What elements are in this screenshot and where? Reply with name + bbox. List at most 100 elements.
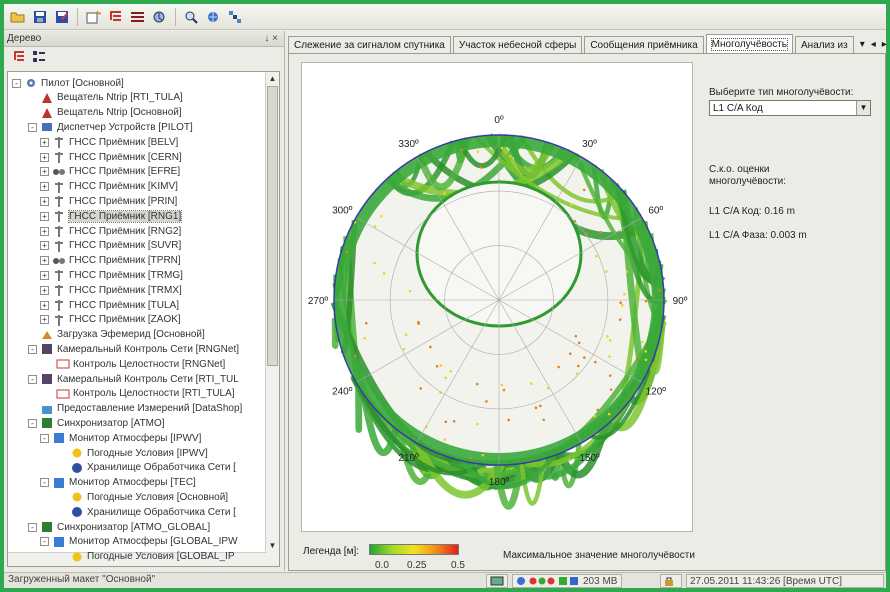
tree-vertical-scrollbar[interactable]: ▲ ▼: [265, 72, 279, 566]
collapse-tree-icon[interactable]: [12, 50, 26, 66]
tree-item[interactable]: + ГНСС Приёмник [SUVR]: [40, 239, 181, 253]
tree-view-icon[interactable]: [106, 7, 125, 26]
expand-icon[interactable]: +: [40, 256, 49, 266]
tree-item-label: Погодные Условия [Основной]: [87, 491, 229, 503]
tree-item[interactable]: - Синхронизатор [ATMO]: [28, 416, 165, 430]
open-icon[interactable]: [8, 7, 27, 26]
tab[interactable]: Сообщения приёмника: [584, 36, 704, 53]
chevron-down-icon[interactable]: ▼: [856, 101, 870, 115]
multipath-point: [534, 406, 538, 409]
multipath-point: [364, 321, 368, 325]
tab[interactable]: Слежение за сигналом спутника: [288, 36, 451, 53]
expand-icon[interactable]: +: [40, 315, 49, 325]
tree-item[interactable]: + ГНСС Приёмник [EFRE]: [40, 165, 180, 179]
collapse-icon[interactable]: -: [28, 522, 37, 532]
tree-item[interactable]: Погодные Условия [Основной]: [58, 490, 228, 504]
tab[interactable]: Многолучёвость: [705, 34, 793, 53]
tree-item-label: Погодные Условия [GLOBAL_IP: [87, 551, 235, 563]
tree-item[interactable]: + ГНСС Приёмник [TULA]: [40, 298, 179, 312]
new-window-icon[interactable]: [84, 7, 103, 26]
scroll-down-arrow-icon[interactable]: ▼: [266, 539, 279, 552]
tree-item-label: Диспетчер Устройств [PILOT]: [57, 121, 193, 133]
collapse-icon[interactable]: -: [40, 433, 49, 443]
antenna-icon: [52, 210, 66, 223]
tree-item[interactable]: Хранилище Обработчика Сети [: [58, 461, 236, 475]
collapse-icon[interactable]: -: [40, 478, 49, 488]
expand-icon[interactable]: +: [40, 300, 49, 310]
collapse-icon[interactable]: -: [28, 374, 37, 384]
expand-icon[interactable]: +: [40, 285, 49, 295]
antenna-icon: [52, 195, 66, 208]
satellite-icon[interactable]: [226, 7, 245, 26]
max-multipath-label: Максимальное значение многолучёвости: [503, 550, 695, 561]
tree-item[interactable]: + ГНСС Приёмник [ZAOK]: [40, 313, 181, 327]
list-view-icon[interactable]: [128, 7, 147, 26]
tab-menu-icon[interactable]: ▾: [860, 39, 865, 50]
expand-icon[interactable]: +: [40, 152, 49, 162]
tree-item[interactable]: Погодные Условия [IPWV]: [58, 446, 208, 460]
expand-tree-icon[interactable]: [32, 50, 46, 66]
tree-item-label: ГНСС Приёмник [SUVR]: [69, 240, 182, 252]
multipath-point: [609, 388, 613, 391]
collapse-icon[interactable]: -: [28, 418, 37, 428]
tree-item[interactable]: Хранилище Обработчика Сети [: [58, 505, 236, 519]
tree-item[interactable]: Контроль Целостности [RNGNet]: [44, 357, 225, 371]
tree-item-label: Монитор Атмосферы [IPWV]: [69, 432, 202, 444]
tree-view[interactable]: ▲ ▼ - Пилот [Основной] Вещатель Ntrip [RTI…: [7, 71, 280, 567]
tab[interactable]: Участок небесной сферы: [452, 36, 583, 53]
collapse-icon[interactable]: -: [12, 78, 21, 88]
multipath-point: [435, 364, 439, 368]
globe-icon[interactable]: [204, 7, 223, 26]
expand-icon[interactable]: +: [40, 226, 49, 236]
tree-item[interactable]: + ГНСС Приёмник [BELV]: [40, 135, 178, 149]
tree-item[interactable]: Загрузка Эфемерид [Основной]: [28, 328, 205, 342]
tab-prev-icon[interactable]: ◂: [871, 39, 876, 50]
panel-pin-close-icon[interactable]: ↓ ×: [264, 33, 278, 44]
tab[interactable]: Анализ из: [795, 36, 854, 53]
multipath-point: [476, 150, 480, 154]
tree-item[interactable]: + ГНСС Приёмник [RNG2]: [40, 224, 181, 238]
save-icon[interactable]: [30, 7, 49, 26]
tree-item[interactable]: - Монитор Атмосферы [GLOBAL_IPW: [40, 535, 238, 549]
scroll-thumb[interactable]: [267, 86, 278, 366]
expand-icon[interactable]: +: [40, 137, 49, 147]
tree-item[interactable]: - Пилот [Основной]: [12, 76, 124, 90]
tree-item[interactable]: + ГНСС Приёмник [KIMV]: [40, 180, 178, 194]
multipath-point: [608, 338, 612, 342]
tree-item[interactable]: Погодные Условия [GLOBAL_IP: [58, 550, 235, 564]
tree-item[interactable]: Контроль Целостности [RTI_TULA]: [44, 387, 235, 401]
collapse-icon[interactable]: -: [28, 344, 37, 354]
tab-next-icon[interactable]: ▸: [882, 39, 887, 50]
tree-item[interactable]: + ГНСС Приёмник [TRMG]: [40, 268, 183, 282]
antenna-icon: [52, 299, 66, 311]
multipath-point: [443, 192, 446, 195]
tree-item[interactable]: - Монитор Атмосферы [TEC]: [40, 476, 196, 490]
scroll-up-arrow-icon[interactable]: ▲: [266, 72, 279, 85]
expand-icon[interactable]: +: [40, 196, 49, 206]
tree-item[interactable]: - Синхронизатор [ATMO_GLOBAL]: [28, 520, 210, 534]
expand-icon[interactable]: +: [40, 182, 49, 192]
tree-item[interactable]: Вещатель Ntrip [RTI_TULA]: [28, 91, 183, 105]
collapse-icon[interactable]: -: [28, 122, 37, 132]
export-icon[interactable]: [150, 7, 169, 26]
expand-icon[interactable]: +: [40, 270, 49, 280]
tree-item[interactable]: Предоставление Измерений [DataShop]: [28, 402, 242, 416]
tree-item[interactable]: + ГНСС Приёмник [CERN]: [40, 150, 182, 164]
collapse-icon[interactable]: -: [40, 537, 49, 547]
multipath-type-select[interactable]: L1 C/A Код ▼: [709, 100, 871, 116]
tree-item[interactable]: - Диспетчер Устройств [PILOT]: [28, 120, 193, 134]
tree-item[interactable]: + ГНСС Приёмник [TPRN]: [40, 254, 181, 268]
tree-item[interactable]: Вещатель Ntrip [Основной]: [28, 106, 182, 120]
tree-item[interactable]: - Камеральный Контроль Сети [RTI_TUL: [28, 372, 239, 386]
tree-item[interactable]: - Камеральный Контроль Сети [RNGNet]: [28, 342, 239, 356]
tree-item[interactable]: - Монитор Атмосферы [IPWV]: [40, 431, 201, 445]
status-datetime: 27.05.2011 11:43:26 [Время UTC]: [690, 575, 843, 587]
expand-icon[interactable]: +: [40, 167, 49, 177]
save-as-icon[interactable]: [52, 7, 71, 26]
zoom-icon[interactable]: [182, 7, 201, 26]
expand-icon[interactable]: +: [40, 241, 49, 251]
tree-item[interactable]: + ГНСС Приёмник [PRIN]: [40, 194, 177, 208]
tree-item[interactable]: + ГНСС Приёмник [TRMX]: [40, 283, 182, 297]
tree-item[interactable]: + ГНСС Приёмник [RNG1]: [40, 209, 183, 223]
expand-icon[interactable]: +: [40, 211, 49, 221]
